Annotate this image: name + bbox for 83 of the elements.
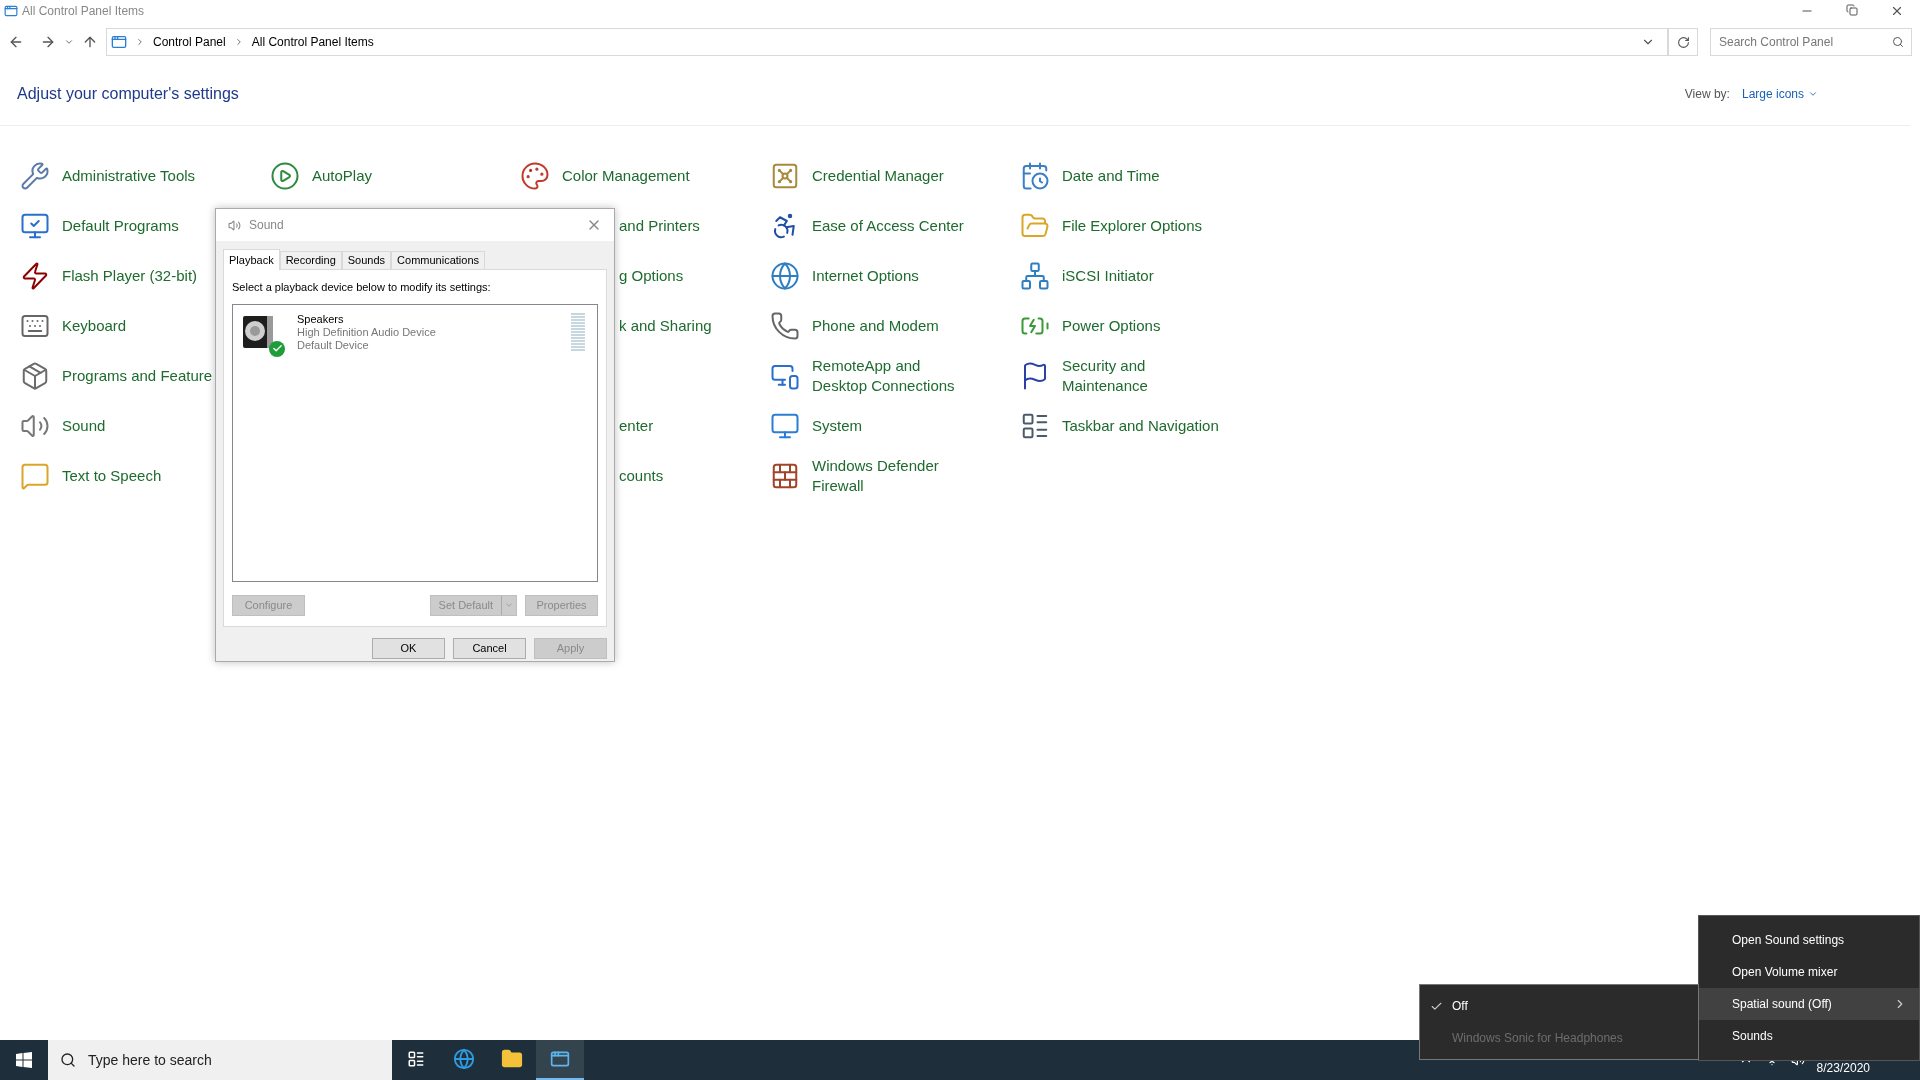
search-field[interactable]: Search Control Panel — [1710, 28, 1912, 56]
recent-icon[interactable] — [64, 37, 74, 47]
breadcrumb[interactable]: All Control Panel Items — [251, 33, 374, 51]
taskbar-date[interactable]: 8/23/2020 — [1816, 1059, 1870, 1077]
menu-item[interactable]: Spatial sound (Off) — [1699, 988, 1919, 1020]
forward-icon[interactable] — [40, 34, 56, 50]
item-label[interactable]: Color Management — [562, 166, 690, 186]
item-label[interactable]: Security and Maintenance — [1062, 356, 1222, 396]
monitor-icon[interactable] — [770, 411, 800, 441]
item-label[interactable]: AutoPlay — [312, 166, 373, 186]
item-label[interactable]: iSCSI Initiator — [1062, 266, 1154, 286]
item-label[interactable]: Programs and Feature — [62, 366, 213, 386]
item-label[interactable]: System — [812, 416, 862, 436]
device-description: High Definition Audio Device — [297, 325, 436, 339]
item-label[interactable]: Flash Player (32-bit) — [62, 266, 198, 286]
item-label[interactable]: Keyboard — [62, 316, 127, 336]
item-label[interactable]: Ease of Access Center — [812, 216, 964, 236]
dialog-tab[interactable]: Sounds — [341, 251, 392, 269]
item-label[interactable]: counts — [619, 464, 664, 488]
item-label[interactable]: enter — [619, 414, 654, 438]
monitor-check-icon[interactable] — [20, 211, 50, 241]
flash-icon[interactable] — [20, 261, 50, 291]
view-by-label: View by: — [1684, 85, 1730, 103]
address-bar[interactable]: Control Panel All Control Panel Items — [106, 28, 1668, 56]
dialog-button[interactable]: OK — [372, 638, 445, 659]
windows-logo-icon[interactable] — [16, 1052, 32, 1068]
item-label[interactable]: Phone and Modem — [812, 316, 939, 336]
dialog-title: Sound — [249, 217, 284, 234]
close-icon[interactable] — [1890, 4, 1904, 18]
level-meter-icon — [571, 312, 585, 353]
task-view-icon[interactable] — [407, 1050, 425, 1068]
restore-icon[interactable] — [1846, 4, 1858, 16]
browser-icon[interactable] — [453, 1048, 475, 1070]
item-label[interactable]: Administrative Tools — [62, 166, 196, 186]
folder-icon[interactable] — [501, 1048, 523, 1070]
item-label[interactable]: Sound — [62, 416, 106, 436]
device-status: Default Device — [297, 338, 370, 352]
item-label[interactable]: RemoteApp and Desktop Connections — [812, 356, 972, 396]
chevron-icon — [135, 37, 145, 47]
play-icon[interactable] — [270, 161, 300, 191]
speaker-icon — [228, 218, 241, 232]
instruction-text: Select a playback device below to modify its settings: — [232, 280, 492, 295]
brick-wall-icon[interactable] — [770, 461, 800, 491]
item-label[interactable]: Credential Manager — [812, 166, 944, 186]
item-label[interactable]: Internet Options — [812, 266, 919, 286]
search-icon[interactable] — [1892, 36, 1904, 48]
device-name[interactable]: Speakers — [297, 312, 436, 326]
item-label[interactable]: g Options — [619, 264, 684, 288]
dialog-tab[interactable]: Communications — [391, 251, 485, 269]
taskbar-search-field[interactable]: Type here to search — [48, 1040, 392, 1080]
phone-icon[interactable] — [770, 311, 800, 341]
item-label[interactable]: File Explorer Options — [1062, 216, 1203, 236]
window-title: All Control Panel Items — [22, 3, 145, 20]
search-icon — [60, 1052, 76, 1068]
submenu-item[interactable]: Off — [1420, 990, 1698, 1022]
item-label[interactable]: k and Sharing — [619, 314, 712, 338]
vault-icon[interactable] — [770, 161, 800, 191]
menu-item[interactable]: Sounds — [1699, 1020, 1919, 1052]
menu-item[interactable]: Open Sound settings — [1699, 924, 1919, 956]
package-icon[interactable] — [20, 361, 50, 391]
back-icon[interactable] — [8, 34, 24, 50]
dialog-tab[interactable]: Playback — [223, 249, 280, 270]
dialog-tab[interactable]: Recording — [279, 251, 342, 269]
wrench-icon[interactable] — [20, 161, 50, 191]
palette-icon[interactable] — [520, 161, 550, 191]
device-list[interactable]: Speakers High Definition Audio Device Default Device — [232, 303, 598, 582]
globe-icon[interactable] — [770, 261, 800, 291]
item-label[interactable]: Power Options — [1062, 316, 1161, 336]
up-icon[interactable] — [82, 34, 98, 50]
view-by-dropdown[interactable]: Large icons — [1741, 84, 1818, 103]
item-label[interactable]: Windows Defender Firewall — [812, 456, 972, 496]
item-label[interactable]: and Printers — [619, 214, 700, 238]
item-label[interactable]: Taskbar and Navigation — [1062, 416, 1219, 436]
caret-icon — [504, 600, 514, 610]
breadcrumb[interactable]: Control Panel — [153, 33, 226, 51]
dialog-button[interactable]: Cancel — [453, 638, 526, 659]
calendar-clock-icon[interactable] — [1020, 161, 1050, 191]
item-label[interactable]: Date and Time — [1062, 166, 1160, 186]
page-heading: Adjust your computer's settings — [17, 83, 239, 104]
item-label[interactable]: Text to Speech — [62, 466, 162, 486]
menu-item[interactable]: Open Volume mixer — [1699, 956, 1919, 988]
refresh-icon[interactable] — [1676, 35, 1690, 49]
item-label[interactable]: Default Programs — [62, 216, 179, 236]
